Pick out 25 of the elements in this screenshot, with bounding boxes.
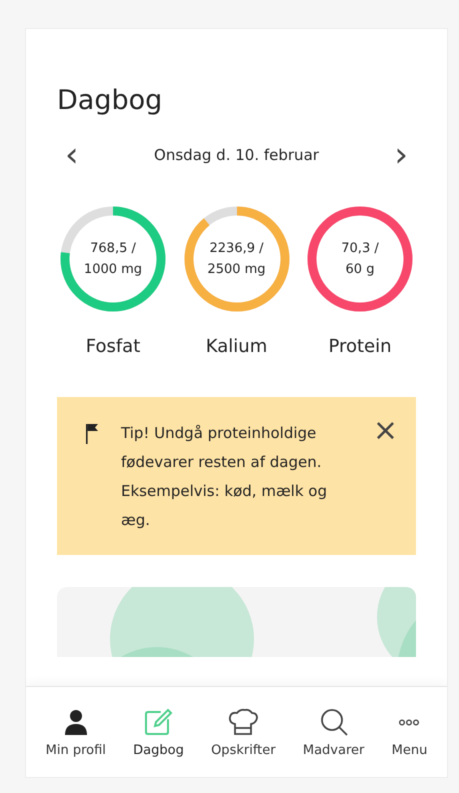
more-icon <box>398 718 420 726</box>
tip-text: Tip! Undgå proteinholdige fødevarer resten af dagen. Eksempelvis: kød, mælk og æg. <box>121 423 328 531</box>
nutrient-name: Protein <box>328 336 392 357</box>
date-label: Onsdag d. 10. februar <box>154 146 319 164</box>
next-day-button[interactable]: › <box>386 140 416 170</box>
flag-icon <box>85 423 99 445</box>
nav-tab[interactable]: Opskrifter <box>211 706 276 758</box>
nutrient-name: Kalium <box>206 336 268 357</box>
amount-limit: 2500 mg <box>207 261 266 279</box>
chef-hat-icon <box>227 706 260 736</box>
close-button[interactable]: × <box>372 419 398 443</box>
amount-value: 2236,9 / <box>210 240 264 258</box>
amount-limit: 60 g <box>346 261 374 279</box>
edit-icon <box>143 706 174 736</box>
nav-tab[interactable]: Min profil <box>46 706 106 758</box>
search-icon <box>318 706 349 736</box>
amount-value: 768,5 / <box>90 240 136 258</box>
page-title: Dagbog <box>57 85 164 116</box>
nav-tab[interactable]: Madvarer <box>302 706 364 758</box>
previous-day-button[interactable]: ‹ <box>57 140 87 170</box>
nav-tab[interactable]: Menu <box>392 706 428 758</box>
amount-limit: 1000 mg <box>84 261 142 279</box>
nav-tab[interactable]: Dagbog <box>133 706 184 758</box>
nutrient-name: Fosfat <box>86 336 140 357</box>
amount-value: 70,3 / <box>341 240 379 258</box>
